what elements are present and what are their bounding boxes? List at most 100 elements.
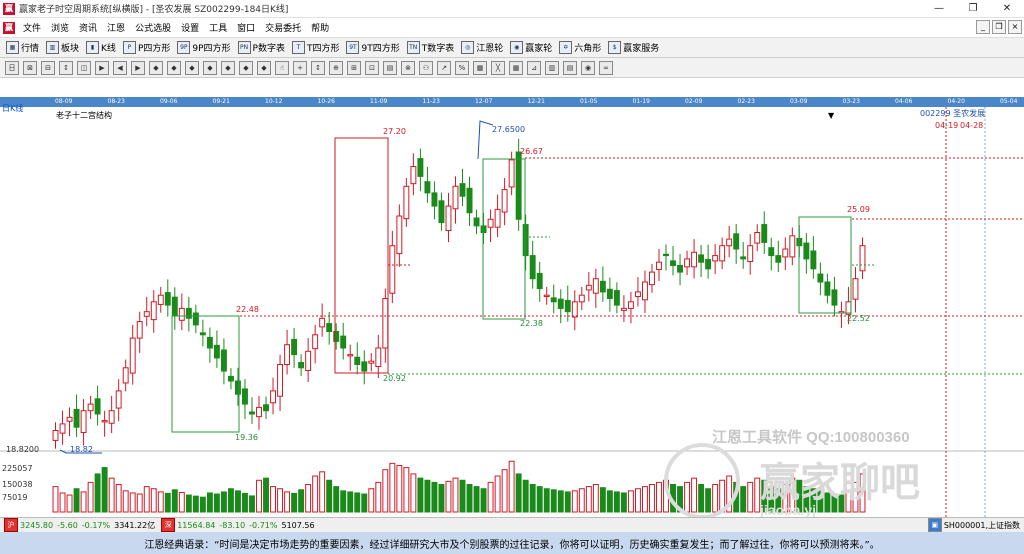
toolbar-hexagon[interactable]: ✡ 六角形 — [559, 41, 601, 54]
menu-tools[interactable]: 工具 — [204, 21, 232, 34]
draw-tool-0-icon[interactable]: 日 — [5, 60, 19, 75]
draw-tool-27-icon[interactable]: ╳ — [491, 60, 505, 75]
menu-news[interactable]: 资讯 — [74, 21, 102, 34]
menu-browse[interactable]: 浏览 — [46, 21, 74, 34]
volume-bar — [305, 484, 312, 513]
candle-body — [620, 307, 627, 311]
price-label-26-67: 26.67 — [520, 147, 543, 156]
draw-tool-4-icon[interactable]: ◫ — [77, 60, 91, 75]
draw-tool-3-icon[interactable]: ↕ — [59, 60, 73, 75]
toolbar-9p-square[interactable]: 9P 9P四方形 — [177, 41, 231, 54]
draw-tool-22-icon[interactable]: ⊗ — [401, 60, 415, 75]
maximize-button[interactable]: ❐ — [956, 0, 990, 17]
sz-index-change: -83.10 — [219, 520, 246, 530]
minimize-button[interactable]: — — [922, 0, 956, 17]
volume-bar — [459, 479, 466, 513]
candle-body — [256, 406, 262, 418]
toolbar-winner-wheel[interactable]: ◉ 赢家轮 — [510, 41, 552, 54]
candle-body — [698, 254, 705, 263]
date-tick: 04-06 — [895, 98, 913, 105]
toolbar-quote[interactable]: ▦ 行情 — [6, 41, 39, 54]
volume-bar — [249, 495, 255, 513]
candle-body — [663, 253, 669, 257]
candle-body — [459, 183, 466, 197]
sz-index-amount: 5107.56 — [281, 520, 315, 530]
volume-bar — [424, 479, 431, 513]
toolbar-p-table[interactable]: PN P数字表 — [237, 41, 285, 54]
index-select-icon[interactable]: ▣ — [927, 518, 942, 532]
date-tick: 12-07 — [475, 98, 493, 105]
draw-tool-2-icon[interactable]: ⊟ — [41, 60, 55, 75]
mdi-close-button[interactable]: × — [1008, 20, 1022, 34]
candle-body — [578, 294, 585, 303]
candle-body — [494, 208, 501, 228]
draw-tool-14-icon[interactable]: ◆ — [257, 60, 271, 75]
date-tick: 11-09 — [370, 98, 388, 105]
draw-tool-9-icon[interactable]: ◆ — [167, 60, 181, 75]
watermark-logo-icon — [664, 443, 740, 519]
candle-body — [59, 423, 66, 434]
candle-body — [557, 298, 564, 309]
draw-tool-19-icon[interactable]: ⊞ — [347, 60, 361, 75]
volume-bar — [403, 467, 410, 513]
kline-chart-area[interactable]: 日K线 老子十二宫结构 ▼ 002299 圣农发展 04-19 04-28 18… — [0, 104, 1024, 519]
draw-tool-10-icon[interactable]: ◆ — [185, 60, 199, 75]
volume-bar — [101, 467, 108, 513]
draw-tool-11-icon[interactable]: ◆ — [203, 60, 217, 75]
mdi-minimize-button[interactable]: _ — [976, 20, 990, 34]
draw-tool-17-icon[interactable]: ↕ — [311, 60, 325, 75]
mdi-restore-button[interactable]: ❐ — [992, 20, 1006, 34]
menu-formula[interactable]: 公式选股 — [130, 21, 176, 34]
menu-settings[interactable]: 设置 — [176, 21, 204, 34]
draw-tool-5-icon[interactable]: ▶ — [95, 60, 109, 75]
toolbar-p-square[interactable]: P P四方形 — [122, 41, 170, 54]
volume-bar — [634, 488, 641, 513]
draw-tool-28-icon[interactable]: ▦ — [509, 60, 523, 75]
toolbar-t-square[interactable]: T T四方形 — [291, 41, 339, 54]
candle-body — [613, 290, 620, 306]
candle-body — [80, 410, 87, 433]
toolbar-kline[interactable]: ▮ K线 — [86, 41, 116, 54]
candle-body — [277, 364, 284, 397]
draw-tool-26-icon[interactable]: ▦ — [473, 60, 487, 75]
draw-tool-6-icon[interactable]: ◀ — [113, 60, 127, 75]
draw-tool-20-icon[interactable]: ⊡ — [365, 60, 379, 75]
toolbar-service[interactable]: $ 赢家服务 — [608, 41, 659, 54]
menu-window[interactable]: 窗口 — [232, 21, 260, 34]
menu-file[interactable]: 文件 — [18, 21, 46, 34]
structure-label: 老子十二宫结构 — [56, 111, 112, 120]
draw-tool-23-icon[interactable]: ⚇ — [419, 60, 433, 75]
draw-tool-29-icon[interactable]: ⊿ — [527, 60, 541, 75]
candle-body — [291, 338, 298, 356]
menu-trade[interactable]: 交易委托 — [260, 21, 306, 34]
status-current-index[interactable]: SH000001,上证指数 — [944, 520, 1020, 531]
menu-help[interactable]: 帮助 — [306, 21, 334, 34]
draw-tool-16-icon[interactable]: + — [293, 60, 307, 75]
draw-tool-1-icon[interactable]: ⊠ — [23, 60, 37, 75]
toolbar-sector[interactable]: ▥ 板块 — [46, 41, 79, 54]
draw-tool-7-icon[interactable]: ▶ — [131, 60, 145, 75]
draw-tool-21-icon[interactable]: ▤ — [383, 60, 397, 75]
draw-tool-33-icon[interactable]: ∞ — [599, 60, 613, 75]
draw-tool-24-icon[interactable]: ↗ — [437, 60, 451, 75]
volume-bar — [480, 488, 487, 513]
menu-gann[interactable]: 江恩 — [102, 21, 130, 34]
draw-tool-18-icon[interactable]: ⊕ — [329, 60, 343, 75]
volume-bar — [361, 493, 368, 513]
close-button[interactable]: ✕ — [990, 0, 1024, 17]
draw-tool-30-icon[interactable]: ▥ — [545, 60, 559, 75]
candle-body — [543, 294, 550, 298]
watermark-brand: 赢家聊吧 — [760, 461, 920, 505]
draw-tool-13-icon[interactable]: ◆ — [239, 60, 253, 75]
toolbar-9t-square[interactable]: 9T 9T四方形 — [346, 41, 400, 54]
draw-tool-12-icon[interactable]: ◆ — [221, 60, 235, 75]
toolbar-gann-wheel[interactable]: ◎ 江恩轮 — [461, 41, 503, 54]
volume-bar — [136, 493, 143, 513]
draw-tool-31-icon[interactable]: ▤ — [563, 60, 577, 75]
draw-tool-15-icon[interactable]: ☝ — [275, 60, 289, 75]
toolbar-t-table[interactable]: TN T数字表 — [406, 41, 454, 54]
draw-tool-8-icon[interactable]: ◆ — [149, 60, 163, 75]
date-tick: 08-23 — [107, 98, 125, 105]
draw-tool-32-icon[interactable]: ◉ — [581, 60, 595, 75]
draw-tool-25-icon[interactable]: % — [455, 60, 469, 75]
